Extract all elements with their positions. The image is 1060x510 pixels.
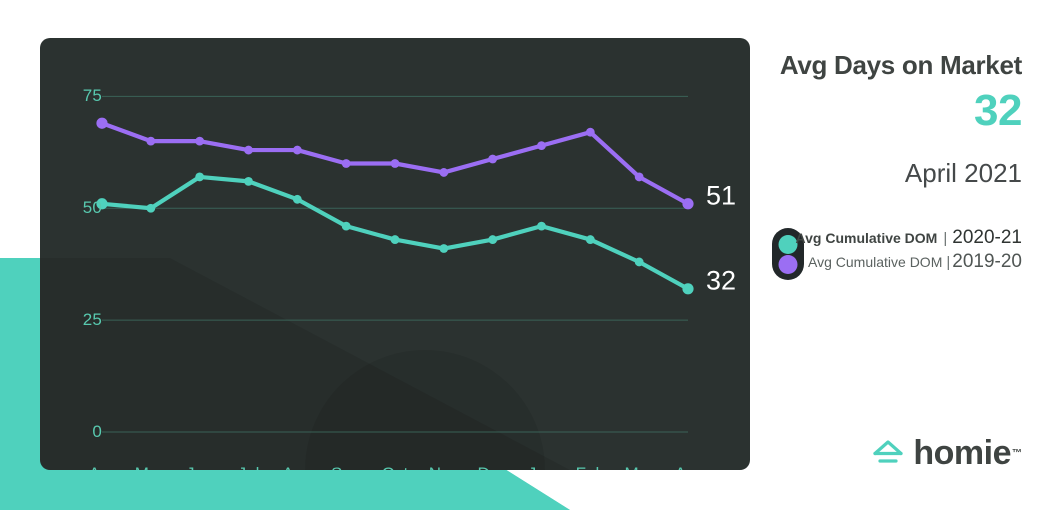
report-date: April 2021: [904, 158, 1022, 188]
page-title: Avg Days on Market: [779, 50, 1022, 80]
infographic-canvas: 0 25 50 75 Apr May Jun Jul Aug Sep Oct Nov Dec Jan Fe…: [0, 0, 1060, 510]
x-axis-tick: Dec: [478, 464, 508, 470]
x-axis-tick: Oct: [382, 464, 408, 470]
x-axis-tick: Jul: [238, 464, 260, 470]
x-axis-tick: May: [135, 464, 167, 470]
homie-wordmark: homie: [913, 434, 1011, 472]
x-axis-tick: Jun: [186, 464, 213, 470]
headline-value: 32: [974, 86, 1022, 135]
legend-item-2020-21: Avg Cumulative DOM | 2020-21: [796, 226, 1022, 250]
legend-label: Avg Cumulative DOM: [795, 230, 938, 246]
end-value-label-2020-21: 32: [706, 265, 737, 296]
legend-year: 2020-21: [952, 227, 1022, 248]
homie-house-icon: [873, 440, 903, 463]
legend-year: 2019-20: [952, 251, 1022, 272]
legend-separator: |: [946, 253, 951, 271]
y-axis-tick: 0: [92, 422, 102, 441]
x-axis-tick: Mar: [625, 464, 654, 470]
legend-item-2019-20: Avg Cumulative DOM | 2019-20: [808, 250, 1022, 274]
x-axis-tick: Feb: [576, 464, 605, 470]
x-axis-tick: Aug: [282, 464, 312, 470]
homie-logo: homie ™: [871, 436, 1022, 470]
line-chart-plot: [96, 95, 694, 433]
x-axis-tick: Apr: [89, 464, 115, 470]
x-axis-tick: Sep: [331, 464, 361, 470]
summary-panel: Avg Days on Market 32 April 2021 Avg Cum…: [760, 38, 1022, 478]
y-axis-tick: 25: [82, 310, 102, 330]
chart-card: 0 25 50 75 Apr May Jun Jul Aug Sep Oct Nov Dec Jan Fe…: [40, 38, 750, 470]
legend-dot-2019-20-icon: [778, 255, 798, 274]
y-axis-tick: 75: [82, 86, 102, 106]
trademark-symbol: ™: [1012, 447, 1022, 459]
chart-legend: Avg Cumulative DOM | 2020-21 Avg Cumulat…: [764, 226, 1022, 282]
legend-separator: |: [943, 229, 948, 247]
y-axis-tick: 50: [82, 198, 102, 218]
x-axis-tick: Nov: [429, 464, 459, 470]
end-value-label-2019-20: 51: [706, 180, 737, 211]
x-axis-tick: Apr: [675, 464, 701, 470]
x-axis-tick: Jan: [528, 464, 555, 470]
legend-label: Avg Cumulative DOM: [808, 254, 943, 270]
